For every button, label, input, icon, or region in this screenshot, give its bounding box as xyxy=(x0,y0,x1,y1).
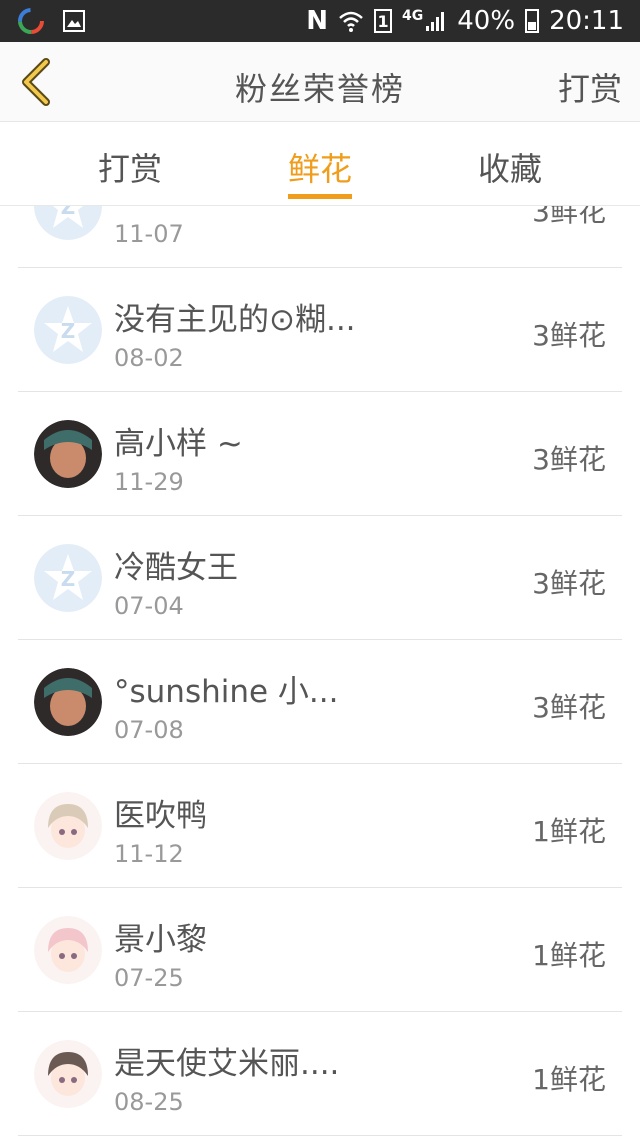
fan-list-item[interactable]: 高小样 ~ 11-29 3鲜花 xyxy=(18,392,622,516)
status-bar: N 1 4G 40% 20:11 xyxy=(0,0,640,42)
fan-name: 医吹鸭 xyxy=(114,798,207,834)
fan-list-item[interactable]: Z 冷酷女王 07-04 3鲜花 xyxy=(18,516,622,640)
fan-date: 07-25 xyxy=(114,964,184,992)
fan-name: 景小黎 xyxy=(114,922,207,958)
fan-list-item[interactable]: 是天使艾米丽.... 08-25 1鲜花 xyxy=(18,1012,622,1136)
active-tab-indicator xyxy=(288,194,352,199)
fan-name: 冷酷女王 xyxy=(114,550,238,586)
avatar[interactable] xyxy=(34,792,102,860)
avatar[interactable] xyxy=(34,420,102,488)
fan-list[interactable]: Z 11-07 3鲜花 Z 没有主见的⊙糊... 08-02 3鲜花 高小样 ~11-29 3鲜… xyxy=(0,206,640,1138)
flower-count: 3鲜花 xyxy=(532,567,606,600)
wifi-icon xyxy=(338,9,364,33)
fan-list-item[interactable]: Z 没有主见的⊙糊... 08-02 3鲜花 xyxy=(18,268,622,392)
clock: 20:11 xyxy=(549,6,624,36)
fan-date: 11-29 xyxy=(114,468,184,496)
flower-count: 1鲜花 xyxy=(532,939,606,972)
tab-flowers-label: 鲜花 xyxy=(288,150,353,188)
fan-name: °sunshine 小... xyxy=(114,674,339,710)
svg-text:Z: Z xyxy=(61,206,76,219)
page-title: 粉丝荣誉榜 xyxy=(234,70,405,108)
tab-flowers[interactable]: 鲜花 xyxy=(288,144,353,199)
sim-icon: 1 xyxy=(374,9,393,33)
fan-name: 是天使艾米丽.... xyxy=(114,1046,340,1082)
status-bar-notifications xyxy=(18,8,86,34)
avatar[interactable]: Z xyxy=(34,544,102,612)
avatar[interactable] xyxy=(34,1040,102,1108)
fan-name: 没有主见的⊙糊... xyxy=(114,302,356,338)
signal-icon xyxy=(425,10,447,32)
avatar[interactable] xyxy=(34,668,102,736)
image-notification-icon xyxy=(62,9,86,33)
battery-icon xyxy=(525,9,540,33)
fan-list-item[interactable]: 医吹鸭 11-12 1鲜花 xyxy=(18,764,622,888)
title-bar: 粉丝荣誉榜 打赏 xyxy=(0,42,640,122)
app-notification-icon xyxy=(18,8,44,34)
tab-collect[interactable]: 收藏 xyxy=(478,144,542,190)
fan-name: 高小样 ~ xyxy=(114,426,243,462)
avatar[interactable]: Z xyxy=(34,296,102,364)
fan-date: 07-04 xyxy=(114,592,184,620)
fan-date: 07-08 xyxy=(114,716,184,744)
fan-list-item[interactable]: Z 11-07 3鲜花 xyxy=(18,206,622,268)
fan-date: 08-02 xyxy=(114,344,184,372)
flower-count: 3鲜花 xyxy=(532,206,606,228)
fan-date: 11-12 xyxy=(114,840,184,868)
svg-text:Z: Z xyxy=(61,319,76,343)
svg-text:Z: Z xyxy=(61,567,76,591)
fan-date: 11-07 xyxy=(114,220,184,248)
fan-list-item[interactable]: °sunshine 小... 07-08 3鲜花 xyxy=(18,640,622,764)
tab-reward[interactable]: 打赏 xyxy=(98,144,162,190)
fan-date: 08-25 xyxy=(114,1088,184,1116)
flower-count: 3鲜花 xyxy=(532,319,606,352)
network-type: 4G xyxy=(402,8,424,24)
flower-count: 1鲜花 xyxy=(532,1063,606,1096)
battery-percentage: 40% xyxy=(457,6,516,36)
reward-button[interactable]: 打赏 xyxy=(558,64,622,110)
tab-bar: 打赏 鲜花 收藏 xyxy=(0,122,640,206)
avatar[interactable]: Z xyxy=(34,206,102,240)
nfc-icon: N xyxy=(306,6,329,36)
flower-count: 3鲜花 xyxy=(532,443,606,476)
fan-list-inner: Z 11-07 3鲜花 Z 没有主见的⊙糊... 08-02 3鲜花 高小样 ~11-29 3鲜… xyxy=(0,206,640,1136)
status-bar-system: N 1 4G 40% 20:11 xyxy=(306,0,624,42)
flower-count: 1鲜花 xyxy=(532,815,606,848)
flower-count: 3鲜花 xyxy=(532,691,606,724)
avatar[interactable] xyxy=(34,916,102,984)
fan-list-item[interactable]: 景小黎 07-25 1鲜花 xyxy=(18,888,622,1012)
